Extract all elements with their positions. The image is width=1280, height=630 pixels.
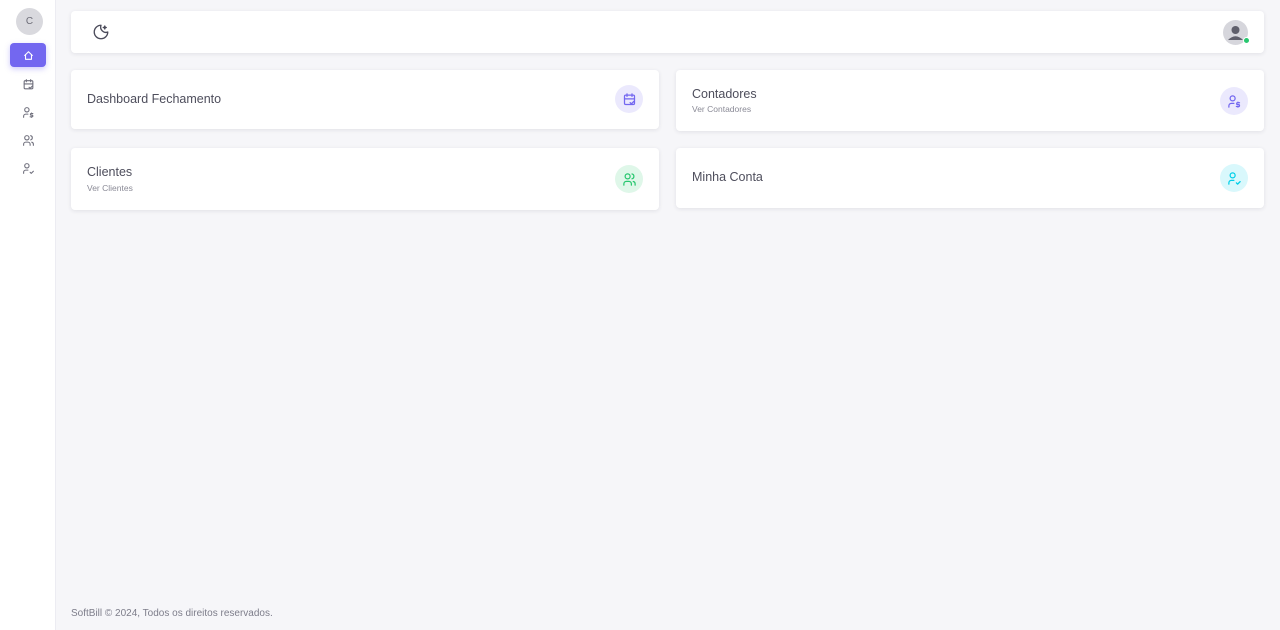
calendar-check-icon <box>23 78 33 89</box>
card-title: Clientes <box>87 165 133 179</box>
card-clientes[interactable]: Clientes Ver Clientes <box>71 148 659 210</box>
footer-copyright: SoftBill © 2024, Todos os direitos reser… <box>71 608 273 619</box>
calendar-check-icon <box>623 92 635 105</box>
online-status-dot <box>1243 37 1250 44</box>
card-title: Minha Conta <box>692 170 763 184</box>
users-icon <box>22 134 34 146</box>
moon-icon[interactable] <box>92 23 110 41</box>
card-subtitle[interactable]: Ver Clientes <box>87 183 133 193</box>
card-icon-badge <box>615 165 643 193</box>
sidebar-item-calendar[interactable] <box>10 72 46 96</box>
card-icon-badge <box>615 85 643 113</box>
logo-letter: C <box>25 16 34 27</box>
sidebar: C <box>0 0 56 630</box>
sidebar-item-home[interactable] <box>10 43 46 67</box>
logo-avatar[interactable]: C <box>16 8 43 35</box>
sidebar-item-clients[interactable] <box>10 128 46 152</box>
user-check-icon <box>22 162 34 174</box>
card-icon-badge <box>1220 164 1248 192</box>
user-dollar-icon <box>1227 94 1240 108</box>
home-icon <box>23 50 33 60</box>
card-title: Dashboard Fechamento <box>87 92 222 106</box>
card-subtitle[interactable]: Ver Contadores <box>692 104 751 114</box>
sidebar-item-account[interactable] <box>10 156 46 180</box>
card-minha-conta[interactable]: Minha Conta <box>676 148 1264 208</box>
user-check-icon <box>1227 171 1241 185</box>
card-dashboard-fechamento[interactable]: Dashboard Fechamento <box>71 70 659 129</box>
sidebar-item-accountants[interactable] <box>10 100 46 124</box>
user-dollar-icon <box>22 106 33 118</box>
card-icon-badge <box>1220 87 1248 115</box>
top-navbar <box>71 11 1264 53</box>
users-icon <box>622 172 636 186</box>
card-title: Contadores <box>692 87 757 101</box>
card-contadores[interactable]: Contadores Ver Contadores <box>676 70 1264 131</box>
